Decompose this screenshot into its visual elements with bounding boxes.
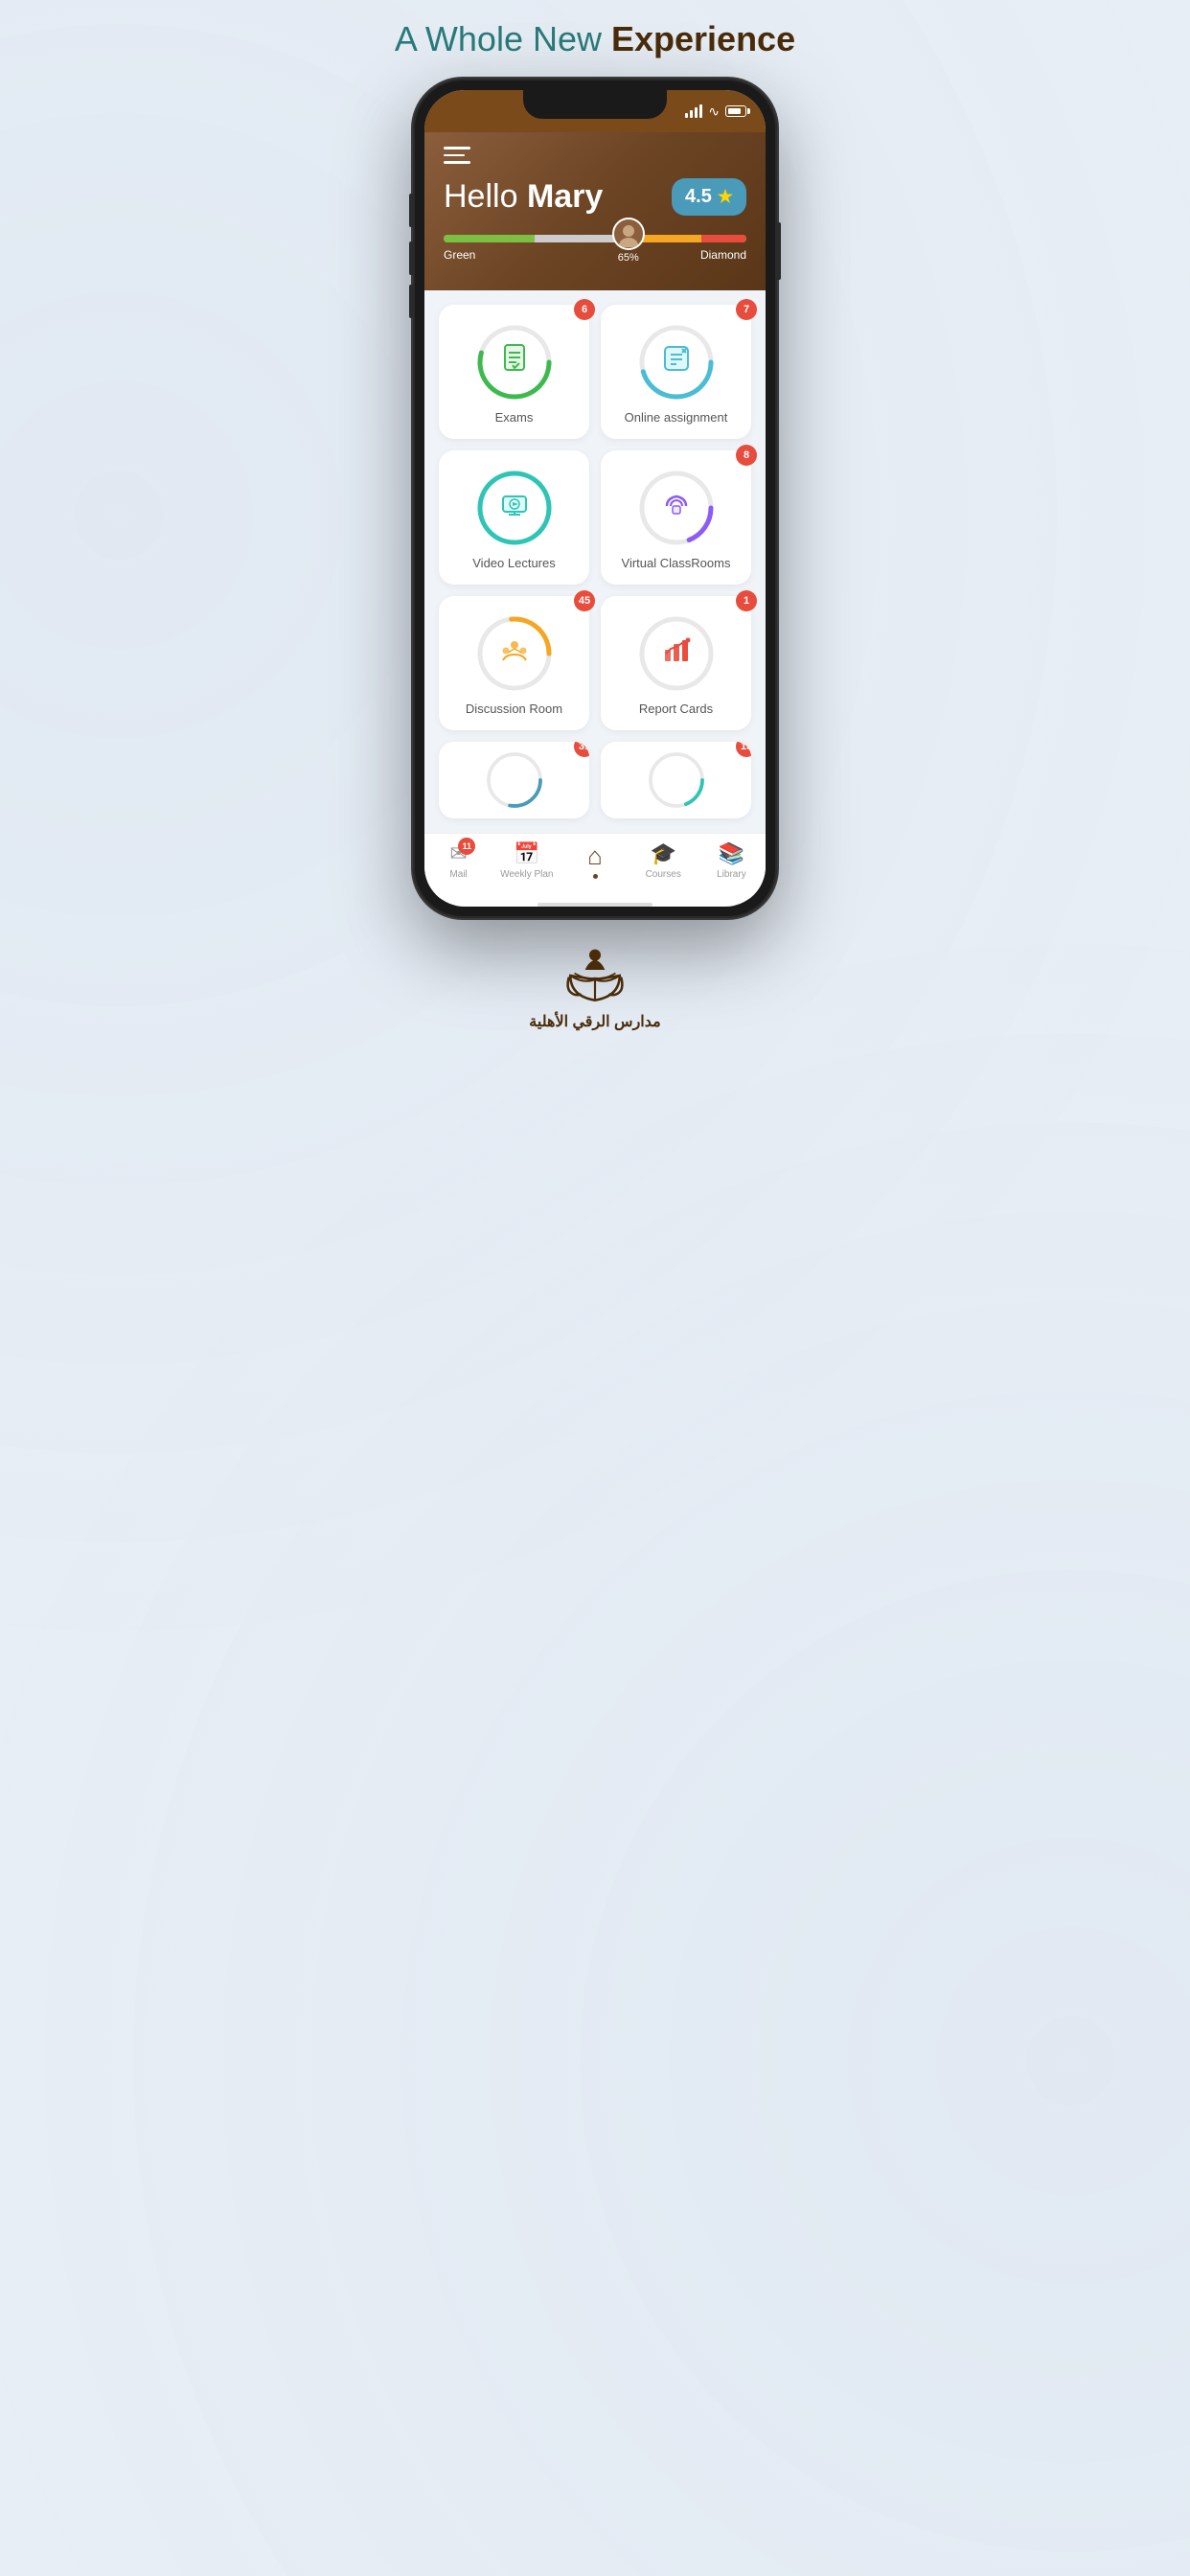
mail-label: Mail — [449, 869, 467, 880]
status-bar: ∿ — [424, 90, 766, 132]
courses-icon: 🎓 — [651, 841, 676, 866]
progress-bar — [444, 235, 746, 242]
page-title: A Whole New Experience — [395, 19, 795, 59]
exams-badge: 6 — [574, 299, 595, 320]
report-cards-card[interactable]: 1 — [601, 596, 751, 730]
virtual-classrooms-icon-circle — [638, 470, 715, 546]
virtual-classrooms-label: Virtual ClassRooms — [622, 556, 731, 570]
progress-labels: Green Diamond — [444, 248, 746, 262]
partial-card-1[interactable]: 31 — [439, 742, 589, 818]
mail-badge: 11 — [458, 838, 475, 855]
greeting: Hello Mary — [444, 178, 603, 216]
hamburger-menu[interactable] — [444, 147, 746, 164]
library-label: Library — [717, 869, 746, 880]
card-row-2: Video Lectures 8 — [439, 450, 751, 585]
progress-segment-green — [444, 235, 535, 242]
courses-label: Courses — [646, 869, 681, 880]
discussion-room-icon — [498, 633, 531, 673]
video-lectures-card[interactable]: Video Lectures — [439, 450, 589, 585]
home-indicator — [538, 903, 652, 907]
app-header: Hello Mary 4.5 ★ 65% — [424, 132, 766, 290]
partial-card-1-badge: 31 — [574, 742, 589, 757]
phone-frame: ∿ Hello Mary 4.5 ★ — [413, 79, 777, 918]
report-cards-icon-circle — [638, 615, 715, 692]
partial-card-2[interactable]: 13 — [601, 742, 751, 818]
progress-section: 65% Green Diamond — [444, 235, 746, 262]
header-top: Hello Mary 4.5 ★ — [444, 178, 746, 216]
progress-percentage: 65% — [618, 252, 639, 264]
online-assignment-label: Online assignment — [625, 410, 728, 425]
notch — [523, 90, 667, 119]
logo-section: مدارس الرقي الأهلية — [529, 947, 660, 1031]
nav-courses[interactable]: 🎓 Courses — [629, 841, 698, 880]
discussion-room-icon-circle — [476, 615, 553, 692]
star-icon: ★ — [718, 187, 733, 207]
avatar — [612, 218, 645, 250]
rating-badge: 4.5 ★ — [672, 178, 746, 216]
video-lectures-label: Video Lectures — [472, 556, 556, 570]
online-assignment-icon-circle — [638, 324, 715, 401]
virtual-classrooms-card[interactable]: 8 — [601, 450, 751, 585]
card-row-1: 6 — [439, 305, 751, 439]
online-assignment-badge: 7 — [736, 299, 757, 320]
bottom-nav: 11 ✉ Mail 📅 Weekly Plan ⌂ 🎓 Courses 📚 — [424, 833, 766, 899]
video-lectures-icon-circle — [476, 470, 553, 546]
logo-text: مدارس الرقي الأهلية — [529, 1012, 660, 1031]
status-icons: ∿ — [685, 104, 746, 120]
partial-card-2-badge: 13 — [736, 742, 751, 757]
report-cards-label: Report Cards — [639, 702, 713, 716]
discussion-room-card[interactable]: 45 — [439, 596, 589, 730]
nav-home[interactable]: ⌂ — [561, 841, 629, 879]
wifi-icon: ∿ — [708, 104, 720, 120]
exams-label: Exams — [495, 410, 534, 425]
virtual-classrooms-badge: 8 — [736, 445, 757, 466]
exams-icon — [499, 343, 530, 380]
report-cards-icon — [661, 634, 692, 672]
progress-segment-red — [701, 235, 746, 242]
online-assignment-card[interactable]: 7 — [601, 305, 751, 439]
online-assignment-icon — [661, 343, 692, 380]
exams-icon-circle — [476, 324, 553, 401]
report-cards-badge: 1 — [736, 590, 757, 611]
nav-mail[interactable]: 11 ✉ Mail — [424, 841, 492, 880]
weekly-plan-label: Weekly Plan — [500, 869, 553, 880]
battery-icon — [725, 105, 746, 117]
home-icon: ⌂ — [587, 841, 603, 871]
app-content: 6 — [424, 290, 766, 833]
home-dot — [593, 874, 598, 879]
discussion-room-label: Discussion Room — [466, 702, 562, 716]
virtual-classrooms-icon — [661, 489, 692, 526]
signal-bars-icon — [685, 104, 702, 118]
card-row-4-partial: 31 13 — [439, 742, 751, 818]
weekly-plan-icon: 📅 — [514, 841, 539, 866]
card-row-3: 45 — [439, 596, 751, 730]
video-lectures-icon — [499, 489, 530, 526]
nav-weekly-plan[interactable]: 📅 Weekly Plan — [492, 841, 561, 880]
nav-library[interactable]: 📚 Library — [698, 841, 766, 880]
discussion-room-badge: 45 — [574, 590, 595, 611]
progress-avatar: 65% — [612, 218, 645, 264]
logo-icon — [561, 947, 629, 1004]
library-icon: 📚 — [719, 841, 744, 866]
exams-card[interactable]: 6 — [439, 305, 589, 439]
phone-screen: ∿ Hello Mary 4.5 ★ — [424, 90, 766, 907]
